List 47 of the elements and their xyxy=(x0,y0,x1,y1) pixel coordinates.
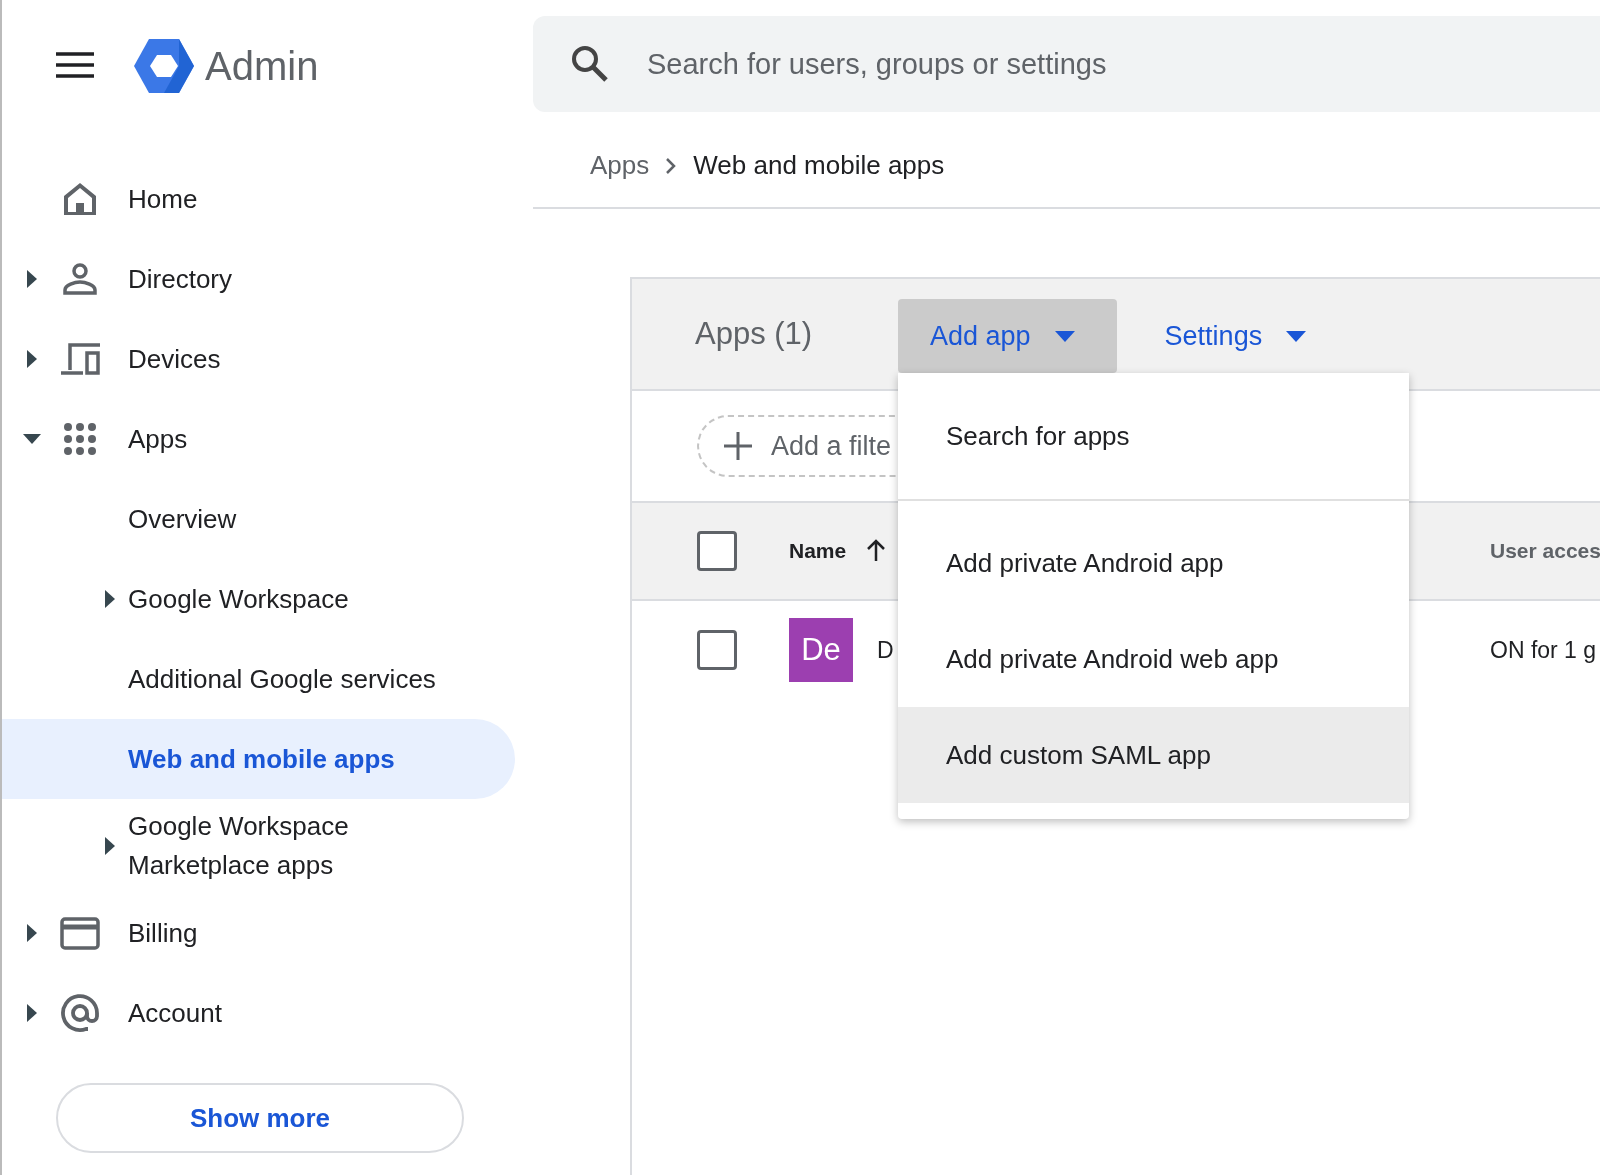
sidebar-item[interactable]: Overview xyxy=(2,479,515,559)
sidebar-item[interactable]: Google Workspace xyxy=(2,559,515,639)
sidebar-item[interactable]: Web and mobile apps xyxy=(2,719,515,799)
caret-icon[interactable] xyxy=(27,350,37,368)
search-input[interactable]: Search for users, groups or settings xyxy=(645,46,1600,82)
table-cell-text: ON for 1 g xyxy=(1490,636,1598,664)
caret-icon[interactable] xyxy=(105,590,115,608)
table-cell: D xyxy=(877,636,894,664)
search-field[interactable]: Search for users, groups or settings xyxy=(533,16,1600,112)
sort-arrow-icon[interactable] xyxy=(866,539,887,563)
sidebar-item[interactable]: Account xyxy=(2,973,515,1053)
hexagon-logo-icon xyxy=(133,38,195,94)
caret-icon xyxy=(1286,330,1307,342)
caret-icon[interactable] xyxy=(27,270,37,288)
sidebar-item[interactable]: Home xyxy=(2,159,515,239)
column-header[interactable]: Name xyxy=(789,539,847,563)
caret-icon[interactable] xyxy=(27,1004,37,1022)
sidebar-item[interactable]: Devices xyxy=(2,319,515,399)
checkbox[interactable] xyxy=(697,630,737,670)
caret-icon[interactable] xyxy=(23,434,41,444)
app-name: Admin xyxy=(205,43,319,90)
breadcrumb-link[interactable]: Apps xyxy=(590,150,650,181)
show-more-button[interactable]: Show more xyxy=(56,1083,464,1153)
search-icon xyxy=(571,45,609,83)
checkbox[interactable] xyxy=(697,531,737,571)
sidebar-item[interactable]: Apps xyxy=(2,399,515,479)
sidebar-item[interactable]: Billing xyxy=(2,893,515,973)
column-header[interactable]: User acces xyxy=(1490,539,1600,563)
dropdown-button[interactable]: Add app xyxy=(898,299,1117,373)
chevron-right-icon xyxy=(665,156,678,175)
breadcrumb-link[interactable]: Web and mobile apps xyxy=(693,150,945,181)
menu-icon xyxy=(56,52,94,78)
sidebar-item[interactable]: Directory xyxy=(2,239,515,319)
app-avatar: De xyxy=(789,618,853,682)
menu-item[interactable]: Search for apps xyxy=(898,373,1409,501)
menu-item[interactable]: Add custom SAML app xyxy=(898,707,1409,803)
menu-item[interactable]: Add private Android app xyxy=(898,515,1409,611)
at-sign-icon xyxy=(60,993,100,1033)
card-title: Apps (1) xyxy=(695,316,814,352)
sidebar-item[interactable]: Additional Google services xyxy=(2,639,515,719)
caret-icon xyxy=(1054,330,1075,342)
dropdown-button[interactable]: Settings xyxy=(1132,299,1349,373)
caret-icon[interactable] xyxy=(27,924,37,942)
plus-icon xyxy=(723,431,753,461)
menu-item[interactable]: Add private Android web app xyxy=(898,611,1409,707)
caret-icon[interactable] xyxy=(105,837,115,855)
sidebar-item[interactable]: Google Workspace Marketplace apps xyxy=(2,799,515,893)
